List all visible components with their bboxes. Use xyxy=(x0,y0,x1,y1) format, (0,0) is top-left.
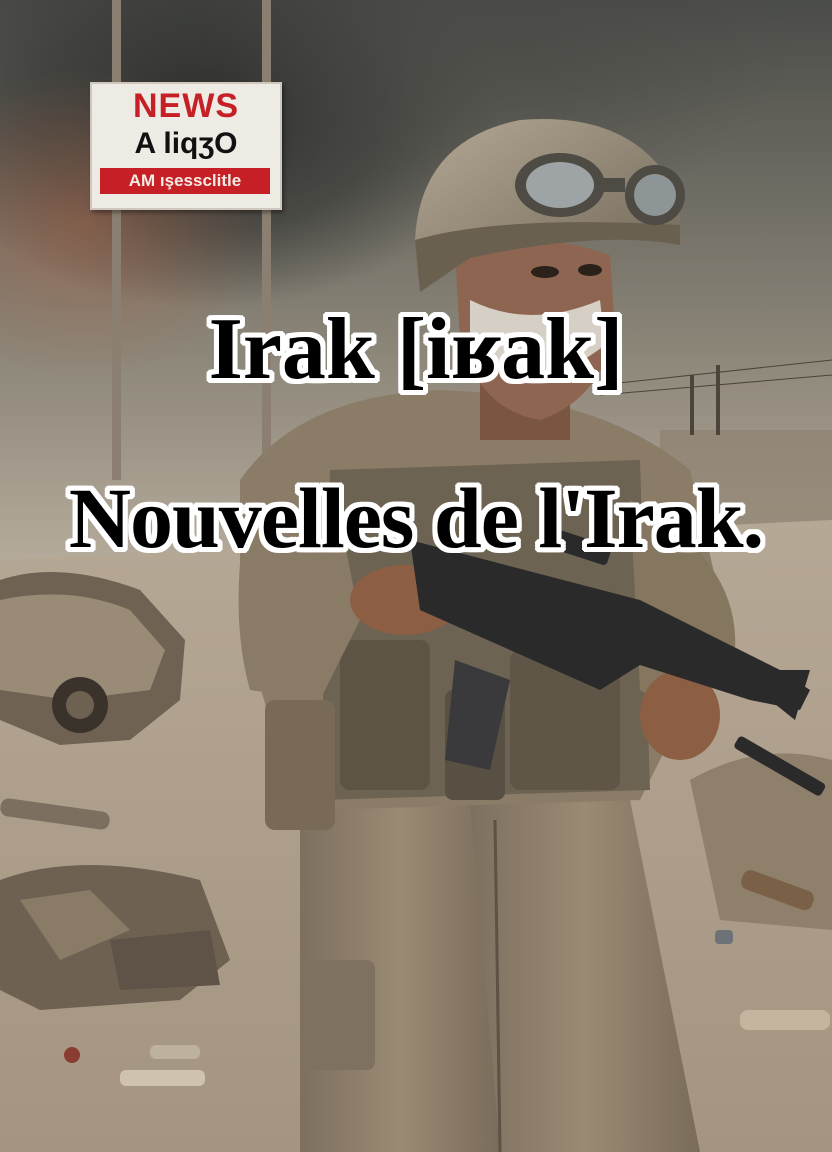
sign-subtitle: A liqʒO xyxy=(134,127,238,160)
sign-title: NEWS xyxy=(133,87,239,125)
caption-title: Irak [iʁak] xyxy=(208,301,624,398)
sign-banner: AM ışessclitle xyxy=(100,168,270,194)
news-sign: NEWS A liqʒO AM ışessclitle xyxy=(90,82,282,210)
photo-scene: NEWS A liqʒO AM ışessclitle Irak [iʁak] … xyxy=(0,0,832,1152)
caption-subtitle: Nouvelles de l'Irak. xyxy=(68,470,764,566)
